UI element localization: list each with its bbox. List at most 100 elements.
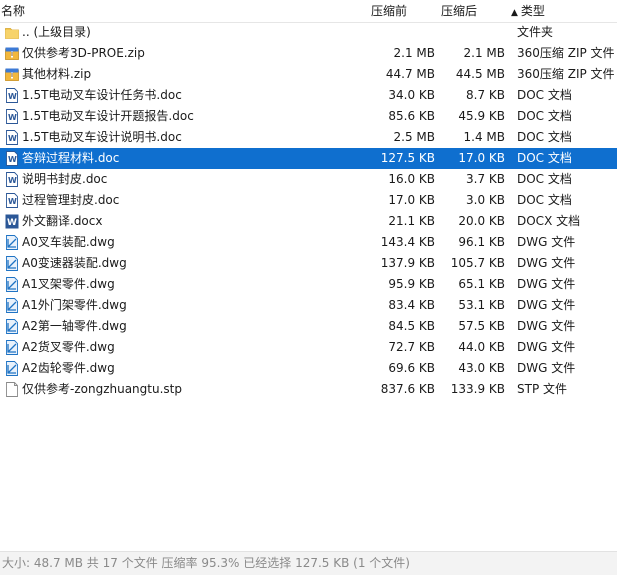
zip-archive-icon [5,46,19,61]
file-compressed-size: 3.7 KB [466,172,505,186]
file-row[interactable]: A0变速器装配.dwg 137.9 KB 105.7 KB DWG 文件 [0,253,617,274]
file-compressed-size: 8.7 KB [466,88,505,102]
file-name: 1.5T电动叉车设计说明书.doc [22,130,182,144]
file-name: A2货叉零件.dwg [22,340,115,354]
file-row[interactable]: W 过程管理封皮.doc 17.0 KB 3.0 KB DOC 文档 [0,190,617,211]
svg-text:W: W [7,218,17,228]
file-original-size: 143.4 KB [380,235,435,249]
file-type: DOCX 文档 [517,214,581,228]
file-name: 1.5T电动叉车设计任务书.doc [22,88,182,102]
column-header-name[interactable]: 名称 [1,3,25,19]
file-row[interactable]: A2货叉零件.dwg 72.7 KB 44.0 KB DWG 文件 [0,337,617,358]
blank-file-icon [5,382,19,397]
file-type: DWG 文件 [517,361,576,375]
file-row[interactable]: W 说明书封皮.doc 16.0 KB 3.7 KB DOC 文档 [0,169,617,190]
word-doc-icon: W [5,88,19,103]
file-original-size: 2.5 MB [393,130,435,144]
dwg-file-icon [5,361,19,376]
file-original-size: 16.0 KB [388,172,435,186]
file-type: DWG 文件 [517,298,576,312]
file-type: DOC 文档 [517,130,572,144]
file-row[interactable]: W 答辩过程材料.doc 127.5 KB 17.0 KB DOC 文档 [0,148,617,169]
file-row[interactable]: 其他材料.zip 44.7 MB 44.5 MB 360压缩 ZIP 文件 [0,64,617,85]
dwg-file-icon [5,340,19,355]
file-row[interactable]: A2齿轮零件.dwg 69.6 KB 43.0 KB DWG 文件 [0,358,617,379]
file-name: .. (上级目录) [22,25,91,39]
file-original-size: 21.1 KB [388,214,435,228]
svg-text:W: W [8,155,17,164]
word-doc-icon: W [5,151,19,166]
file-type: 360压缩 ZIP 文件 [517,67,615,81]
file-name: A2第一轴零件.dwg [22,319,127,333]
file-name: 答辩过程材料.doc [22,151,120,165]
file-compressed-size: 133.9 KB [450,382,505,396]
column-header-compressed-size[interactable]: 压缩后 [441,3,477,19]
svg-text:W: W [8,176,17,185]
folder-icon [5,25,19,40]
file-row[interactable]: A0叉车装配.dwg 143.4 KB 96.1 KB DWG 文件 [0,232,617,253]
file-name: A1叉架零件.dwg [22,277,115,291]
column-header-type-label: 类型 [520,4,545,18]
file-row[interactable]: W 1.5T电动叉车设计说明书.doc 2.5 MB 1.4 MB DOC 文档 [0,127,617,148]
file-name: 外文翻译.docx [22,214,103,228]
file-original-size: 72.7 KB [388,340,435,354]
word-doc-icon: W [5,130,19,145]
file-type: DOC 文档 [517,172,572,186]
file-original-size: 837.6 KB [380,382,435,396]
file-type: 360压缩 ZIP 文件 [517,46,615,60]
sort-ascending-icon: ▲ [511,8,518,18]
file-type: DWG 文件 [517,256,576,270]
file-row[interactable]: A1叉架零件.dwg 95.9 KB 65.1 KB DWG 文件 [0,274,617,295]
file-name: A0叉车装配.dwg [22,235,115,249]
file-row[interactable]: W 1.5T电动叉车设计任务书.doc 34.0 KB 8.7 KB DOC 文档 [0,85,617,106]
file-original-size: 34.0 KB [388,88,435,102]
file-name: A0变速器装配.dwg [22,256,127,270]
file-original-size: 127.5 KB [380,151,435,165]
column-header-type[interactable]: ▲ 类型 [511,3,545,19]
file-row[interactable]: A1外门架零件.dwg 83.4 KB 53.1 KB DWG 文件 [0,295,617,316]
file-name: 其他材料.zip [22,67,92,81]
file-compressed-size: 44.5 MB [455,67,505,81]
dwg-file-icon [5,235,19,250]
file-name: A1外门架零件.dwg [22,298,127,312]
file-compressed-size: 57.5 KB [458,319,505,333]
file-original-size: 95.9 KB [388,277,435,291]
file-compressed-size: 53.1 KB [458,298,505,312]
file-type: DOC 文档 [517,88,572,102]
file-compressed-size: 2.1 MB [463,46,505,60]
file-original-size: 85.6 KB [388,109,435,123]
file-type: DOC 文档 [517,109,572,123]
file-compressed-size: 17.0 KB [458,151,505,165]
zip-archive-icon [5,67,19,82]
svg-text:W: W [8,113,17,122]
file-compressed-size: 1.4 MB [463,130,505,144]
file-type: STP 文件 [517,382,567,396]
file-type: DWG 文件 [517,235,576,249]
word-docx-icon: W [5,214,19,229]
file-type: 文件夹 [517,25,554,39]
file-type: DWG 文件 [517,319,576,333]
status-text: 大小: 48.7 MB 共 17 个文件 压缩率 95.3% 已经选择 127.… [2,556,410,570]
file-row[interactable]: A2第一轴零件.dwg 84.5 KB 57.5 KB DWG 文件 [0,316,617,337]
column-header-original-size[interactable]: 压缩前 [371,3,407,19]
file-row[interactable]: W 1.5T电动叉车设计开题报告.doc 85.6 KB 45.9 KB DOC 文档 [0,106,617,127]
file-row[interactable]: .. (上级目录) 文件夹 [0,22,617,43]
file-original-size: 17.0 KB [388,193,435,207]
file-original-size: 84.5 KB [388,319,435,333]
file-original-size: 137.9 KB [380,256,435,270]
file-row[interactable]: 仅供参考3D-PROE.zip 2.1 MB 2.1 MB 360压缩 ZIP 文件 [0,43,617,64]
file-compressed-size: 20.0 KB [458,214,505,228]
dwg-file-icon [5,256,19,271]
file-type: DOC 文档 [517,151,572,165]
file-original-size: 83.4 KB [388,298,435,312]
file-type: DWG 文件 [517,340,576,354]
file-row[interactable]: 仅供参考-zongzhuangtu.stp 837.6 KB 133.9 KB STP… [0,379,617,400]
file-compressed-size: 96.1 KB [458,235,505,249]
file-row[interactable]: W 外文翻译.docx 21.1 KB 20.0 KB DOCX 文档 [0,211,617,232]
file-compressed-size: 3.0 KB [466,193,505,207]
file-name: 过程管理封皮.doc [22,193,120,207]
dwg-file-icon [5,277,19,292]
file-name: A2齿轮零件.dwg [22,361,115,375]
file-name: 仅供参考3D-PROE.zip [22,46,145,60]
dwg-file-icon [5,298,19,313]
